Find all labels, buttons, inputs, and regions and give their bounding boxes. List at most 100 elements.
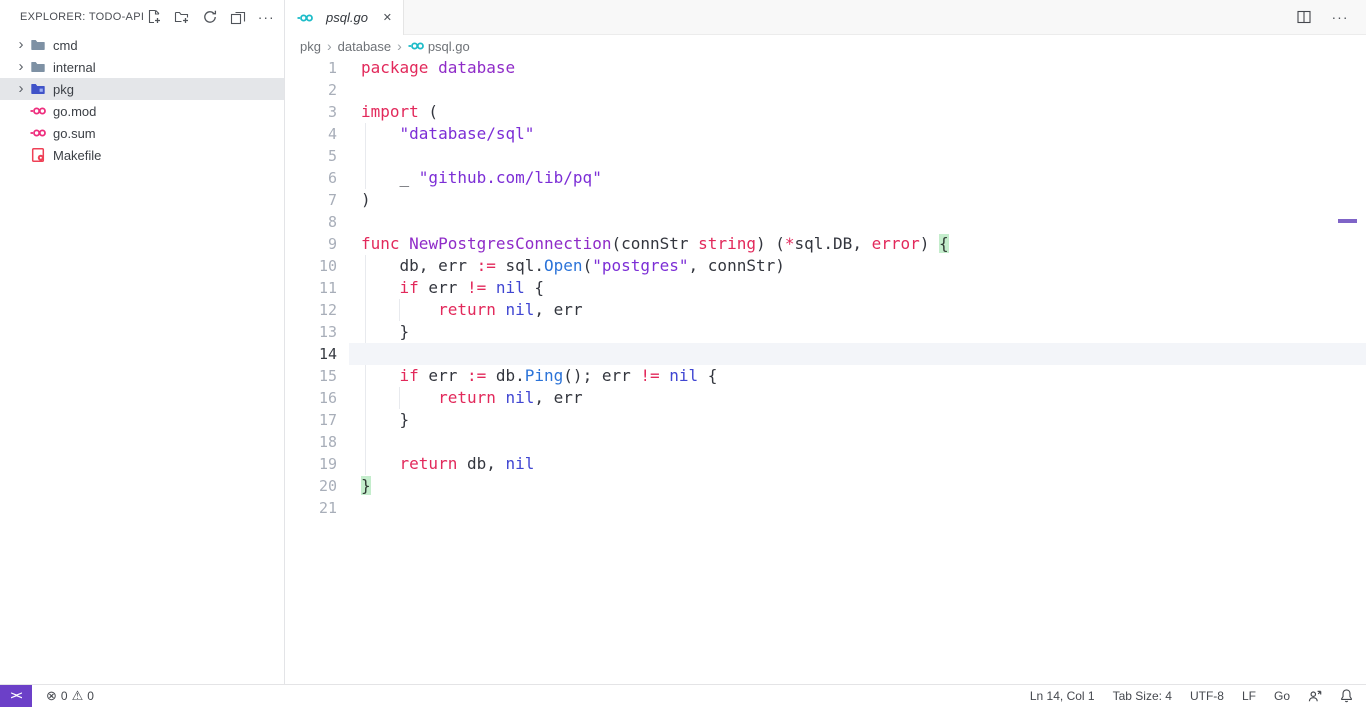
code-line-content: return nil, err	[361, 387, 1366, 409]
code-line-content: }	[361, 409, 1366, 431]
indent-guide	[365, 167, 366, 189]
indent-guide	[365, 123, 366, 145]
tree-item-go-mod[interactable]: ›go.mod	[0, 100, 284, 122]
line-number: 13	[285, 321, 361, 343]
folder-icon	[30, 37, 46, 53]
warning-icon: ⚠	[72, 689, 84, 702]
code-line-14[interactable]: 14	[285, 343, 1366, 365]
code-line-8[interactable]: 8	[285, 211, 1366, 233]
status-tab-size[interactable]: Tab Size: 4	[1104, 689, 1181, 703]
code-editor[interactable]: 1package database23import (4 "database/s…	[285, 57, 1366, 684]
status-line-col[interactable]: Ln 14, Col 1	[1021, 689, 1104, 703]
code-line-2[interactable]: 2	[285, 79, 1366, 101]
tree-item-label: go.sum	[53, 126, 96, 141]
code-line-20[interactable]: 20}	[285, 475, 1366, 497]
tab-label: psql.go	[326, 10, 380, 25]
code-line-content: db, err := sql.Open("postgres", connStr)	[361, 255, 1366, 277]
tree-item-go-sum[interactable]: ›go.sum	[0, 122, 284, 144]
chevron-right-icon: ›	[14, 38, 28, 52]
code-line-1[interactable]: 1package database	[285, 57, 1366, 79]
breadcrumb-separator-icon: ›	[397, 38, 402, 54]
tab-psql-go[interactable]: psql.go ✕	[285, 0, 404, 35]
tree-item-internal[interactable]: ›internal	[0, 56, 284, 78]
line-number: 5	[285, 145, 361, 167]
overview-ruler-cursor-mark	[1338, 219, 1357, 223]
breadcrumb-item-pkg[interactable]: pkg	[300, 39, 321, 54]
feedback-icon[interactable]	[1299, 688, 1331, 704]
status-bar: >< ⊗ 0 ⚠ 0 Ln 14, Col 1Tab Size: 4UTF-8L…	[0, 684, 1366, 706]
code-line-content: }	[361, 475, 1366, 497]
code-line-9[interactable]: 9func NewPostgresConnection(connStr stri…	[285, 233, 1366, 255]
error-count: 0	[61, 689, 68, 703]
status-encoding[interactable]: UTF-8	[1181, 689, 1233, 703]
code-line-19[interactable]: 19 return db, nil	[285, 453, 1366, 475]
warning-count: 0	[87, 689, 94, 703]
code-line-3[interactable]: 3import (	[285, 101, 1366, 123]
line-number: 1	[285, 57, 361, 79]
breadcrumb: pkg › database › psql.go	[285, 35, 1366, 57]
line-number: 7	[285, 189, 361, 211]
code-line-16[interactable]: 16 return nil, err	[285, 387, 1366, 409]
pkg-folder-icon	[30, 81, 46, 97]
code-line-4[interactable]: 4 "database/sql"	[285, 123, 1366, 145]
code-line-21[interactable]: 21	[285, 497, 1366, 519]
explorer-title: EXPLORER: TODO-API	[20, 11, 144, 23]
remote-indicator[interactable]: ><	[0, 685, 32, 707]
file-tree: ›cmd›internal›pkg›go.mod›go.sum›Makefile	[0, 34, 284, 166]
line-number: 10	[285, 255, 361, 277]
line-number: 8	[285, 211, 361, 233]
code-line-17[interactable]: 17 }	[285, 409, 1366, 431]
code-line-13[interactable]: 13 }	[285, 321, 1366, 343]
tree-item-pkg[interactable]: ›pkg	[0, 78, 284, 100]
go-file-icon	[408, 38, 424, 54]
status-language[interactable]: Go	[1265, 689, 1299, 703]
collapse-folders-icon[interactable]	[228, 7, 248, 27]
breadcrumb-item-psql-go[interactable]: psql.go	[408, 38, 470, 54]
remote-icon: ><	[11, 690, 22, 702]
code-line-12[interactable]: 12 return nil, err	[285, 299, 1366, 321]
breadcrumb-separator-icon: ›	[327, 38, 332, 54]
new-file-icon[interactable]	[144, 7, 164, 27]
refresh-explorer-icon[interactable]	[200, 7, 220, 27]
status-eol[interactable]: LF	[1233, 689, 1265, 703]
code-line-content: )	[361, 189, 1366, 211]
code-line-5[interactable]: 5	[285, 145, 1366, 167]
code-line-11[interactable]: 11 if err != nil {	[285, 277, 1366, 299]
explorer-sidebar: EXPLORER: TODO-API	[0, 0, 285, 684]
indent-guide	[365, 431, 366, 453]
code-line-content: package database	[361, 57, 1366, 79]
line-number: 12	[285, 299, 361, 321]
line-number: 9	[285, 233, 361, 255]
line-number: 17	[285, 409, 361, 431]
go-mod-icon	[30, 103, 46, 119]
code-line-18[interactable]: 18	[285, 431, 1366, 453]
code-line-10[interactable]: 10 db, err := sql.Open("postgres", connS…	[285, 255, 1366, 277]
explorer-more-actions-icon[interactable]: ···	[256, 7, 276, 27]
code-line-15[interactable]: 15 if err := db.Ping(); err != nil {	[285, 365, 1366, 387]
editor-more-actions-icon[interactable]: ···	[1330, 7, 1350, 27]
tree-item-makefile[interactable]: ›Makefile	[0, 144, 284, 166]
split-editor-icon[interactable]	[1294, 7, 1314, 27]
code-line-content: }	[361, 321, 1366, 343]
bell-icon[interactable]	[1331, 688, 1366, 703]
tree-item-label: internal	[53, 60, 96, 75]
folder-icon	[30, 59, 46, 75]
code-line-content: if err != nil {	[361, 277, 1366, 299]
code-line-7[interactable]: 7)	[285, 189, 1366, 211]
code-line-content: return db, nil	[361, 453, 1366, 475]
makefile-icon	[30, 147, 46, 163]
line-number: 14	[285, 343, 361, 365]
chevron-right-icon: ›	[14, 82, 28, 96]
indent-guide	[365, 321, 366, 343]
tree-item-cmd[interactable]: ›cmd	[0, 34, 284, 56]
code-line-content	[361, 79, 1366, 101]
breadcrumb-item-database[interactable]: database	[338, 39, 392, 54]
close-tab-icon[interactable]: ✕	[380, 10, 395, 25]
tab-bar: psql.go ✕ ···	[285, 0, 1366, 35]
line-number: 3	[285, 101, 361, 123]
indent-guide	[365, 277, 366, 299]
code-line-content: return nil, err	[361, 299, 1366, 321]
new-folder-icon[interactable]	[172, 7, 192, 27]
problems-indicator[interactable]: ⊗ 0 ⚠ 0	[38, 689, 102, 703]
code-line-6[interactable]: 6 _ "github.com/lib/pq"	[285, 167, 1366, 189]
